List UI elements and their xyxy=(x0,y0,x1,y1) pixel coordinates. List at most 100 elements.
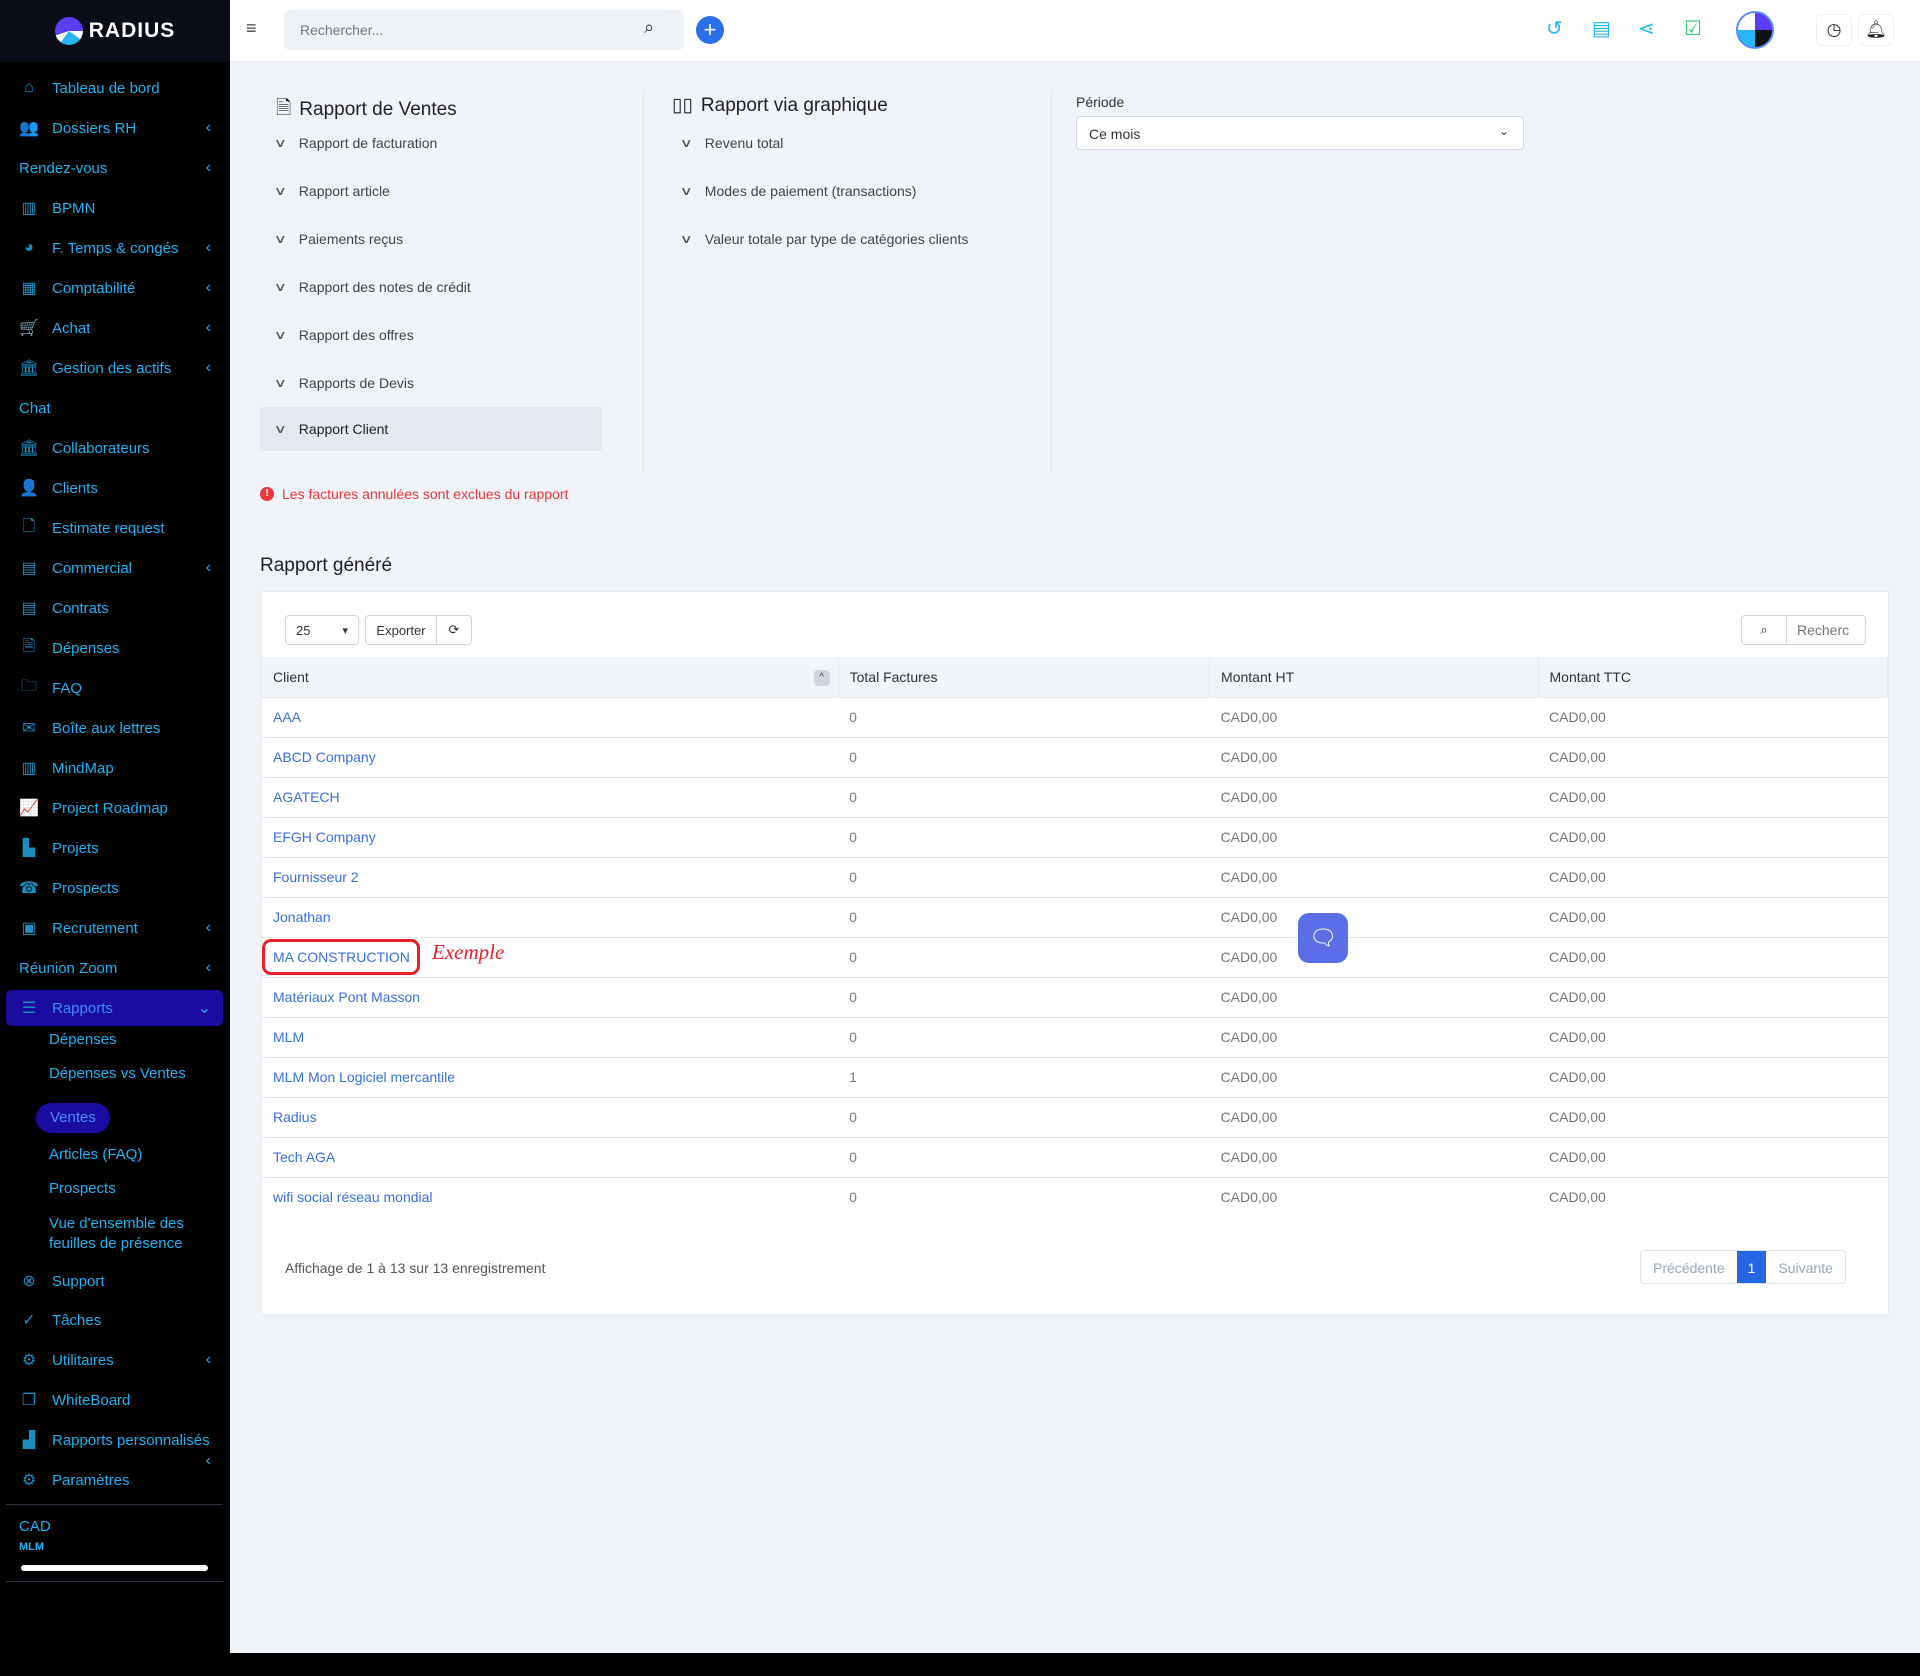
prev-page-button[interactable]: Précédente xyxy=(1641,1251,1737,1283)
sidebar-item-achat[interactable]: 🛒 Achat ‹ xyxy=(6,310,223,346)
sidebar-subitem-prospects[interactable]: Prospects xyxy=(49,1179,116,1199)
cell-client[interactable]: wifi social réseau mondial xyxy=(262,1176,839,1217)
sales-report-rapport-article[interactable]: ∨ Rapport article xyxy=(274,183,390,199)
history-icon[interactable]: ↺ xyxy=(1546,16,1563,41)
cell-client[interactable]: Fournisseur 2 xyxy=(262,856,839,897)
logo[interactable]: RADIUS xyxy=(0,0,230,62)
sidebar-item-clients[interactable]: 👤 Clients xyxy=(6,470,223,506)
sidebar-item-faq[interactable]: 🗀 FAQ xyxy=(6,670,223,706)
client-link[interactable]: MLM Mon Logiciel mercantile xyxy=(273,1069,455,1085)
sales-report-rapports-de-devis[interactable]: ∨ Rapports de Devis xyxy=(274,375,414,391)
bell-icon[interactable]: 🔔︎ xyxy=(1858,14,1894,46)
sort-asc-icon[interactable]: ^ xyxy=(813,670,830,686)
sidebar-item-support[interactable]: ⊗ Support xyxy=(6,1263,223,1299)
column-header-client[interactable]: Client ^ xyxy=(262,657,839,697)
presentation-chat-icon[interactable]: ☑ xyxy=(1684,16,1702,41)
cell-client[interactable]: Matériaux Pont Masson xyxy=(262,976,839,1017)
chart-report-modes-de-paiement-transactions[interactable]: ∨ Modes de paiement (transactions) xyxy=(680,183,917,199)
id-card-icon[interactable]: ▤ xyxy=(1592,16,1611,41)
cell-client[interactable]: Radius xyxy=(262,1096,839,1137)
sidebar-item-reunion-zoom[interactable]: Réunion Zoom ‹ xyxy=(6,950,223,986)
sidebar-item-projets[interactable]: ▙ Projets xyxy=(6,830,223,866)
sidebar-subitem-articles-faq[interactable]: Articles (FAQ) xyxy=(49,1145,142,1165)
accordion-label: Rapport des offres xyxy=(298,327,414,343)
client-link[interactable]: Matériaux Pont Masson xyxy=(273,989,420,1005)
sidebar-item-rapports-personnalises[interactable]: ▟ Rapports personnalisés ‹ xyxy=(6,1422,223,1470)
sidebar-item-recrutement[interactable]: ▣ Recrutement ‹ xyxy=(6,910,223,946)
sidebar-item-project-roadmap[interactable]: 📈 Project Roadmap xyxy=(6,790,223,826)
client-link[interactable]: Tech AGA xyxy=(273,1149,335,1165)
global-search-input[interactable] xyxy=(284,10,684,50)
sidebar-item-chat[interactable]: Chat xyxy=(6,390,223,426)
column-header-total-factures[interactable]: Total Factures xyxy=(838,657,1211,697)
client-link[interactable]: AGATECH xyxy=(273,789,340,805)
client-link[interactable]: AAA xyxy=(273,709,301,725)
sidebar-item-f-temps-conges[interactable]: ◕ F. Temps & congés ‹ xyxy=(6,230,223,266)
chart-report-revenu-total[interactable]: ∨ Revenu total xyxy=(680,135,784,151)
table-search-button[interactable]: ⌕ xyxy=(1741,615,1787,645)
sidebar-item-contrats[interactable]: ▤ Contrats xyxy=(6,590,223,626)
column-header-montant-ttc[interactable]: Montant TTC xyxy=(1538,657,1889,697)
client-link[interactable]: MLM xyxy=(273,1029,304,1045)
sales-report-rapport-client[interactable]: ∨ Rapport Client xyxy=(260,407,602,451)
sidebar-item-collaborateurs[interactable]: 🏛 Collaborateurs xyxy=(6,430,223,466)
page-1-button[interactable]: 1 xyxy=(1736,1251,1767,1283)
sidebar-item-depenses[interactable]: 🗎 Dépenses xyxy=(6,630,223,666)
sidebar-subitem-ventes[interactable]: Ventes xyxy=(36,1103,110,1133)
client-link[interactable]: wifi social réseau mondial xyxy=(273,1189,433,1205)
sidebar-item-estimate-request[interactable]: 🗋 Estimate request xyxy=(6,510,223,546)
avatar[interactable] xyxy=(1736,11,1774,49)
table-search-input[interactable] xyxy=(1786,615,1866,645)
sidebar-item-taches[interactable]: ✓ Tâches xyxy=(6,1302,223,1338)
cell-client[interactable]: MLM xyxy=(262,1016,839,1057)
sales-report-rapport-de-facturation[interactable]: ∨ Rapport de facturation xyxy=(274,135,438,151)
sidebar-item-dossiers-rh[interactable]: 👥 Dossiers RH ‹ xyxy=(6,110,223,146)
sidebar-item-parametres[interactable]: ⚙ Paramètres xyxy=(6,1462,223,1498)
sidebar-item-tableau-de-bord[interactable]: ⌂ Tableau de bord xyxy=(6,70,223,106)
chart-report-valeur-totale-par-type-de-categories-clients[interactable]: ∨ Valeur totale par type de catégories cl… xyxy=(680,231,969,247)
sidebar-item-commercial[interactable]: ▤ Commercial ‹ xyxy=(6,550,223,586)
menu-toggle-icon[interactable]: ≡ xyxy=(246,18,257,39)
sidebar-item-prospects[interactable]: ☎ Prospects xyxy=(6,870,223,906)
search-icon[interactable]: ⌕ xyxy=(644,17,654,38)
cell-client[interactable]: AAA xyxy=(262,696,839,737)
export-button[interactable]: Exporter xyxy=(365,615,437,645)
sidebar-item-boite-aux-lettres[interactable]: ✉ Boîte aux lettres xyxy=(6,710,223,746)
column-header-montant-ht[interactable]: Montant HT xyxy=(1209,657,1539,697)
sidebar-subitem-depenses[interactable]: Dépenses xyxy=(49,1030,117,1050)
page-size-select[interactable]: 25 ▾ xyxy=(285,615,359,645)
refresh-button[interactable]: ⟳ xyxy=(436,615,472,645)
period-select[interactable]: Ce mois ⌄ xyxy=(1076,116,1524,150)
sidebar-item-label: Comptabilité xyxy=(52,279,136,297)
sidebar-item-rapports[interactable]: ☰ Rapports ⌄ xyxy=(6,990,223,1026)
sidebar-subitem-depenses-vs-ventes[interactable]: Dépenses vs Ventes xyxy=(49,1064,186,1084)
client-link[interactable]: ABCD Company xyxy=(273,749,376,765)
sidebar-item-gestion-des-actifs[interactable]: 🏛 Gestion des actifs ‹ xyxy=(6,350,223,386)
sidebar-item-whiteboard[interactable]: ❐ WhiteBoard xyxy=(6,1382,223,1418)
client-link[interactable]: Radius xyxy=(273,1109,317,1125)
sidebar-item-mindmap[interactable]: ▥ MindMap xyxy=(6,750,223,786)
next-page-button[interactable]: Suivante xyxy=(1766,1251,1844,1283)
clock-icon[interactable]: ◷ xyxy=(1816,14,1852,46)
sidebar-subitem-vue-d-ensemble-des-feuilles-de-presence[interactable]: Vue d'ensemble des feuilles de présence xyxy=(49,1214,199,1254)
sidebar-item-utilitaires[interactable]: ⚙ Utilitaires ‹ xyxy=(6,1342,223,1378)
client-link[interactable]: Jonathan xyxy=(273,909,331,925)
client-link[interactable]: EFGH Company xyxy=(273,829,376,845)
client-link[interactable]: Fournisseur 2 xyxy=(273,869,359,885)
cell-client[interactable]: MLM Mon Logiciel mercantile xyxy=(262,1056,839,1097)
sidebar-item-bpmn[interactable]: ▥ BPMN xyxy=(6,190,223,226)
chat-float-button[interactable]: 🗨︎ xyxy=(1298,913,1348,963)
cell-montant-ht: CAD0,00 xyxy=(1209,1176,1539,1217)
cell-client[interactable]: AGATECH xyxy=(262,776,839,817)
cell-client[interactable]: Tech AGA xyxy=(262,1136,839,1177)
sales-report-rapport-des-offres[interactable]: ∨ Rapport des offres xyxy=(274,327,414,343)
sales-report-paiements-recus[interactable]: ∨ Paiements reçus xyxy=(274,231,403,247)
cell-client[interactable]: ABCD Company xyxy=(262,736,839,777)
cell-client[interactable]: Jonathan xyxy=(262,896,839,937)
add-button[interactable]: + xyxy=(696,16,724,44)
share-icon[interactable]: ⋖ xyxy=(1638,16,1655,41)
cell-client[interactable]: EFGH Company xyxy=(262,816,839,857)
sidebar-item-rendez-vous[interactable]: Rendez-vous ‹ xyxy=(6,150,223,186)
sidebar-item-comptabilite[interactable]: ▦ Comptabilité ‹ xyxy=(6,270,223,306)
sales-report-rapport-des-notes-de-credit[interactable]: ∨ Rapport des notes de crédit xyxy=(274,279,471,295)
